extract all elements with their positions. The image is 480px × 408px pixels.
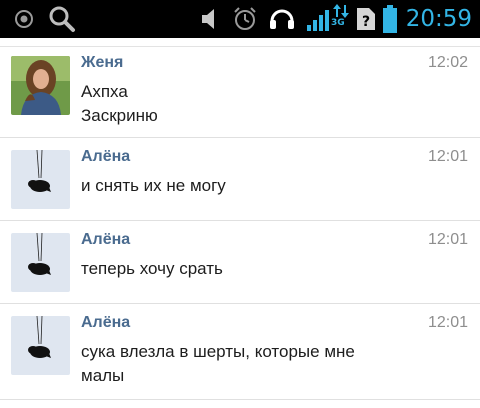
message-line: Ахпха bbox=[81, 82, 128, 101]
message-item[interactable]: Алёна 12:01 и снять их не могу bbox=[0, 139, 480, 221]
message-text: сука влезла в шерты, которые мне малы bbox=[81, 340, 461, 388]
message-line: Заскриню bbox=[81, 106, 158, 125]
status-bar-clock: 20:59 bbox=[405, 6, 472, 32]
headset-icon bbox=[270, 9, 294, 29]
sim-unknown-icon: ? bbox=[357, 8, 375, 30]
sender-name: Алёна bbox=[81, 231, 131, 248]
message-item[interactable]: Женя 12:02 Ахпха Заскриню bbox=[0, 47, 480, 138]
search-icon[interactable] bbox=[48, 5, 76, 33]
network-type-label: 3G bbox=[331, 18, 345, 28]
avatar[interactable] bbox=[11, 56, 70, 115]
svg-text:?: ? bbox=[362, 14, 370, 30]
status-bar: 3G ? 20:59 bbox=[0, 0, 480, 38]
message-line: теперь хочу срать bbox=[81, 259, 223, 278]
avatar[interactable] bbox=[11, 233, 70, 292]
sender-name: Алёна bbox=[81, 314, 131, 331]
message-text: Ахпха Заскриню bbox=[81, 80, 461, 128]
list-top-divider bbox=[0, 38, 480, 47]
signal-icon bbox=[307, 10, 329, 31]
message-time: 12:01 bbox=[427, 148, 468, 165]
message-item[interactable]: Алёна 12:01 сука влезла в шерты, которые… bbox=[0, 305, 480, 400]
message-text: и снять их не могу bbox=[81, 174, 461, 198]
message-text: теперь хочу срать bbox=[81, 257, 461, 281]
sender-name: Женя bbox=[81, 54, 124, 71]
data-arrows-icon bbox=[333, 4, 349, 18]
battery-icon bbox=[383, 5, 397, 33]
message-item[interactable]: Алёна 12:01 теперь хочу срать bbox=[0, 222, 480, 304]
avatar[interactable] bbox=[11, 150, 70, 209]
message-line: и снять их не могу bbox=[81, 176, 226, 195]
volume-icon bbox=[202, 9, 214, 29]
message-time: 12:02 bbox=[427, 54, 468, 71]
alarm-icon bbox=[234, 7, 256, 30]
sender-name: Алёна bbox=[81, 148, 131, 165]
target-icon bbox=[15, 10, 33, 28]
message-line: сука влезла в шерты, которые мне bbox=[81, 342, 355, 361]
avatar[interactable] bbox=[11, 316, 70, 375]
message-time: 12:01 bbox=[427, 314, 468, 331]
message-line: малы bbox=[81, 366, 125, 385]
message-time: 12:01 bbox=[427, 231, 468, 248]
